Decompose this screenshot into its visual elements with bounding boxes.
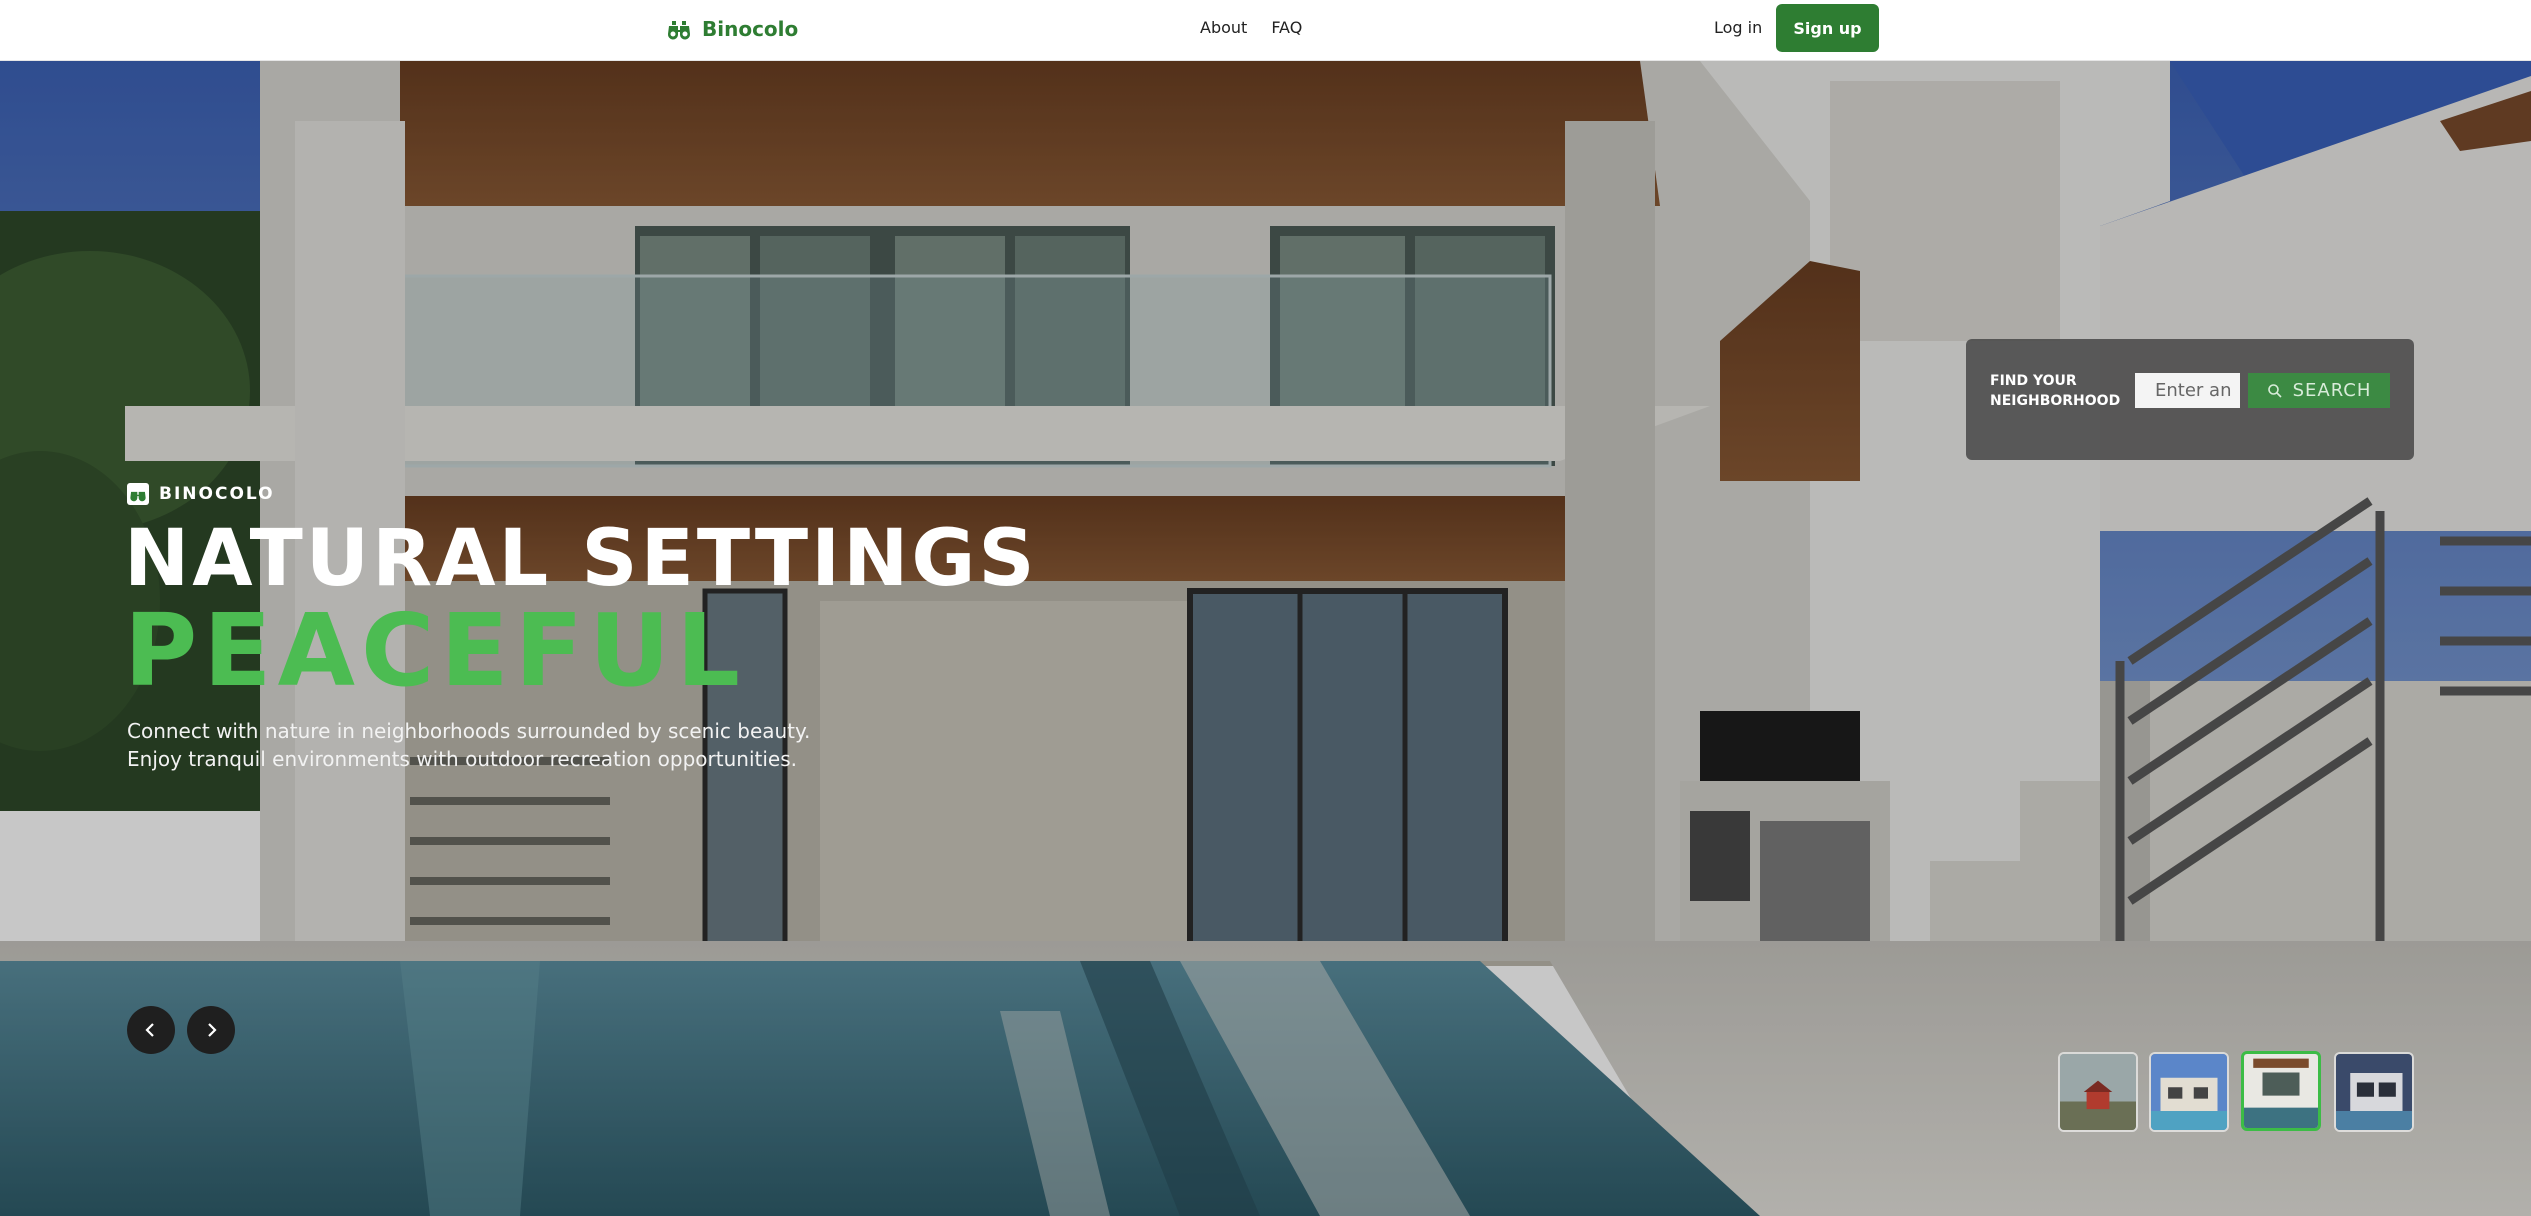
search-button-label: SEARCH (2292, 380, 2372, 401)
slide-thumbnail-4[interactable] (2334, 1052, 2414, 1132)
signup-button[interactable]: Sign up (1776, 4, 1879, 52)
cabin-thumbnail-image (2060, 1054, 2136, 1130)
hero-accent-word: PEACEFUL (124, 592, 746, 709)
search-button[interactable]: SEARCH (2248, 373, 2390, 408)
prev-slide-button[interactable] (127, 1006, 175, 1054)
villa-thumbnail-image (2151, 1054, 2227, 1130)
login-link[interactable]: Log in (1714, 18, 1762, 37)
binoculars-mini-icon (127, 483, 149, 505)
neighborhood-search-input[interactable] (2135, 373, 2240, 408)
slide-thumbnail-3-active[interactable] (2241, 1051, 2321, 1131)
hero-brand-tag: BINOCOLO (127, 483, 275, 505)
nav-link-faq[interactable]: FAQ (1271, 18, 1302, 37)
hero-description: Connect with nature in neighborhoods sur… (127, 719, 811, 771)
contemporary-house-thumbnail-image (2336, 1054, 2412, 1130)
logo-text: Binocolo (702, 17, 799, 41)
neighborhood-search-panel: FIND YOUR NEIGHBORHOOD SEARCH (1966, 339, 2414, 460)
search-icon (2267, 383, 2282, 398)
top-navbar: Binocolo About FAQ Log in Sign up (0, 0, 2531, 61)
main-nav: About FAQ (1200, 18, 1302, 37)
slide-thumbnail-2[interactable] (2149, 1052, 2229, 1132)
next-slide-button[interactable] (187, 1006, 235, 1054)
hero-brand-text: BINOCOLO (159, 484, 275, 504)
search-label: FIND YOUR NEIGHBORHOOD (1990, 373, 2121, 409)
white-house-thumbnail-image (2244, 1054, 2318, 1128)
logo-link[interactable]: Binocolo (666, 14, 798, 44)
chevron-right-icon (208, 1023, 217, 1037)
nav-link-about[interactable]: About (1200, 18, 1247, 37)
binoculars-logo-icon (667, 21, 691, 40)
slide-thumbnail-1[interactable] (2058, 1052, 2138, 1132)
chevron-left-icon (145, 1023, 154, 1037)
hero-section: BINOCOLO NATURAL SETTINGS PEACEFUL Conne… (0, 61, 2531, 1216)
hero-title: NATURAL SETTINGS (124, 514, 1038, 604)
